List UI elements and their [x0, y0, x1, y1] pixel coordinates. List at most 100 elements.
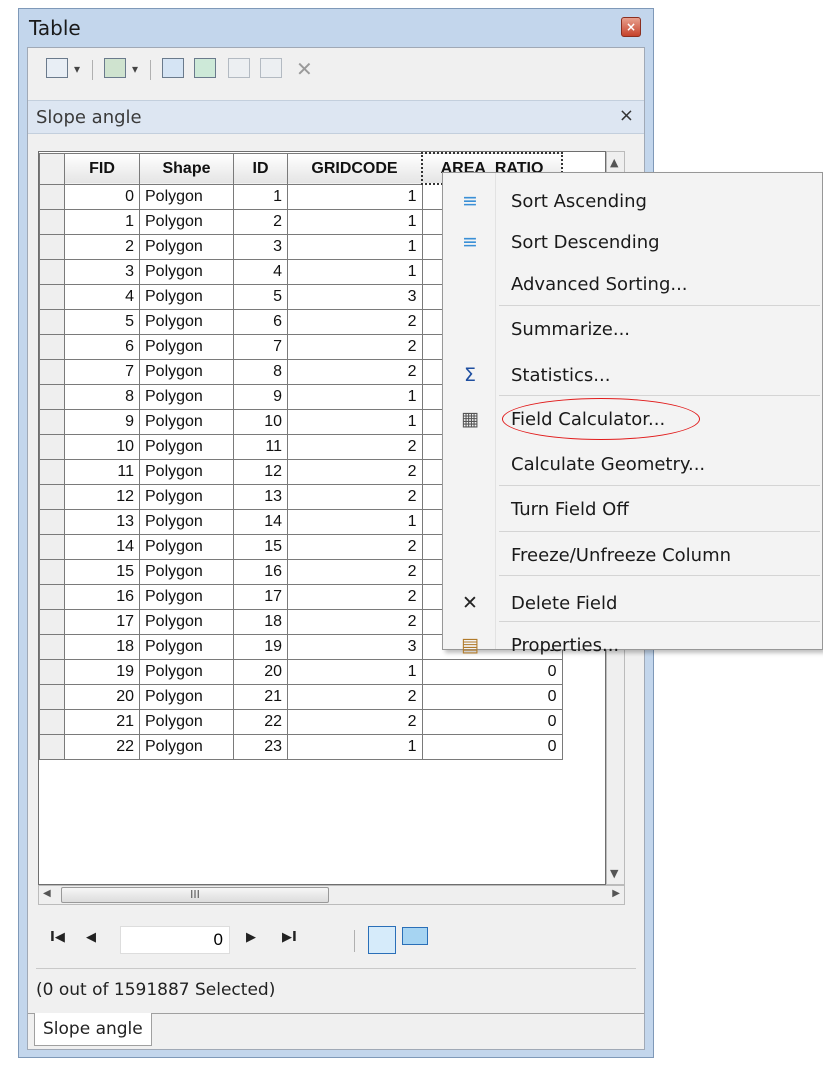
select-all-cell[interactable] [39, 152, 65, 185]
row-selector[interactable] [39, 559, 65, 585]
table-cell: Polygon [139, 634, 234, 660]
row-selector[interactable] [39, 259, 65, 285]
clear-selection-icon[interactable] [228, 58, 250, 78]
table-cell: Polygon [139, 659, 234, 685]
table-cell: Polygon [139, 534, 234, 560]
record-navigation: I◀ ◀ 0 ▶ ▶I [28, 918, 644, 964]
row-selector[interactable] [39, 584, 65, 610]
next-record-button[interactable]: ▶ [246, 930, 256, 945]
row-selector[interactable] [39, 659, 65, 685]
row-selector[interactable] [39, 183, 65, 210]
table-cell: Polygon [139, 509, 234, 535]
table-cell: 1 [287, 659, 423, 685]
menu-item-summarize[interactable]: Summarize... [443, 308, 822, 350]
table-row[interactable]: 21 Polygon 22 2 0 [39, 709, 563, 735]
column-header-fid[interactable]: FID [64, 152, 140, 185]
table-options-dropdown-icon[interactable]: ▾ [74, 58, 80, 80]
row-selector[interactable] [39, 534, 65, 560]
row-selector[interactable] [39, 709, 65, 735]
switch-selection-icon[interactable] [194, 58, 216, 78]
menu-item-statistics[interactable]: Σ Statistics... [443, 354, 822, 396]
tab-slope-angle[interactable]: Slope angle [34, 1013, 152, 1046]
horizontal-scroll-thumb[interactable]: III [61, 887, 329, 903]
menu-item-freeze-unfreeze-column[interactable]: Freeze/Unfreeze Column [443, 534, 822, 576]
current-record-field[interactable]: 0 [120, 926, 230, 954]
layer-name: Slope angle [36, 107, 142, 128]
previous-record-button[interactable]: ◀ [86, 930, 96, 945]
menu-item-label: Summarize... [511, 319, 631, 340]
table-cell: 2 [287, 584, 423, 610]
column-header-gridcode[interactable]: GRIDCODE [287, 152, 423, 185]
row-selector[interactable] [39, 684, 65, 710]
first-record-button[interactable]: I◀ [50, 930, 65, 945]
row-selector[interactable] [39, 734, 65, 760]
table-cell: 17 [64, 609, 140, 635]
row-selector[interactable] [39, 509, 65, 535]
table-row[interactable]: 20 Polygon 21 2 0 [39, 684, 563, 710]
table-cell: 1 [287, 409, 423, 435]
delete-icon: ✕ [462, 592, 478, 614]
table-cell: Polygon [139, 559, 234, 585]
table-cell: Polygon [139, 309, 234, 335]
scroll-right-icon[interactable]: ▶ [612, 888, 620, 899]
window-title: Table [29, 16, 81, 40]
row-selector[interactable] [39, 459, 65, 485]
menu-item-properties[interactable]: ▤ Properties... [443, 624, 822, 666]
row-selector[interactable] [39, 334, 65, 360]
column-header-shape[interactable]: Shape [139, 152, 234, 185]
row-selector[interactable] [39, 359, 65, 385]
layer-close-icon[interactable]: × [619, 105, 634, 126]
menu-item-sort-ascending[interactable]: ≡ Sort Ascending [443, 180, 822, 222]
table-cell: 1 [287, 509, 423, 535]
column-header-id[interactable]: ID [233, 152, 288, 185]
delete-selected-icon[interactable]: ✕ [296, 58, 313, 80]
table-cell: 1 [64, 209, 140, 235]
row-selector[interactable] [39, 284, 65, 310]
table-cell: Polygon [139, 584, 234, 610]
related-tables-dropdown-icon[interactable]: ▾ [132, 58, 138, 80]
table-cell: Polygon [139, 459, 234, 485]
table-cell: 16 [233, 559, 288, 585]
show-all-records-icon[interactable] [368, 926, 396, 954]
menu-item-calculate-geometry[interactable]: Calculate Geometry... [443, 443, 822, 485]
row-selector[interactable] [39, 634, 65, 660]
zoom-to-selected-icon[interactable] [260, 58, 282, 78]
table-cell: 12 [64, 484, 140, 510]
table-cell: Polygon [139, 284, 234, 310]
menu-item-sort-descending[interactable]: ≡ Sort Descending [443, 221, 822, 263]
table-cell: 9 [64, 409, 140, 435]
table-cell: Polygon [139, 334, 234, 360]
menu-separator [499, 395, 820, 396]
row-selector[interactable] [39, 609, 65, 635]
related-tables-icon[interactable] [104, 58, 126, 78]
scroll-left-icon[interactable]: ◀ [43, 888, 51, 899]
last-record-button[interactable]: ▶I [282, 930, 297, 945]
menu-item-advanced-sorting[interactable]: Advanced Sorting... [443, 263, 822, 305]
scroll-up-icon[interactable]: ▲ [610, 156, 618, 169]
table-cell: 0 [64, 183, 140, 210]
row-selector[interactable] [39, 409, 65, 435]
row-selector[interactable] [39, 234, 65, 260]
row-selector[interactable] [39, 384, 65, 410]
menu-separator [499, 621, 820, 622]
menu-item-delete-field[interactable]: ✕ Delete Field [443, 582, 822, 624]
row-selector[interactable] [39, 309, 65, 335]
row-selector[interactable] [39, 209, 65, 235]
table-cell: 2 [287, 434, 423, 460]
menu-item-turn-field-off[interactable]: Turn Field Off [443, 488, 822, 530]
table-cell: Polygon [139, 259, 234, 285]
row-selector[interactable] [39, 484, 65, 510]
table-cell: 19 [233, 634, 288, 660]
row-selector[interactable] [39, 434, 65, 460]
show-selected-records-icon[interactable] [402, 927, 428, 945]
horizontal-scrollbar[interactable]: ◀ III ▶ [38, 885, 625, 905]
window-close-button[interactable]: × [621, 17, 641, 37]
scroll-down-icon[interactable]: ▼ [610, 867, 618, 880]
title-bar[interactable]: Table × [19, 9, 653, 47]
table-cell: 3 [287, 634, 423, 660]
table-cell: 2 [233, 209, 288, 235]
select-by-attributes-icon[interactable] [162, 58, 184, 78]
table-row[interactable]: 22 Polygon 23 1 0 [39, 734, 563, 760]
table-options-icon[interactable] [46, 58, 68, 78]
table-cell: Polygon [139, 234, 234, 260]
